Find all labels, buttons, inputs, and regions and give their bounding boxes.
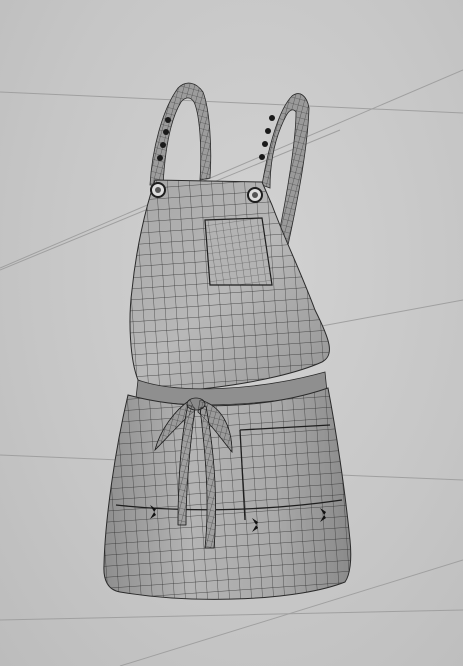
strap-rivets bbox=[157, 115, 275, 161]
apron-model[interactable] bbox=[103, 82, 352, 600]
viewport-canvas[interactable] bbox=[0, 0, 463, 666]
3d-viewport[interactable] bbox=[0, 0, 463, 666]
